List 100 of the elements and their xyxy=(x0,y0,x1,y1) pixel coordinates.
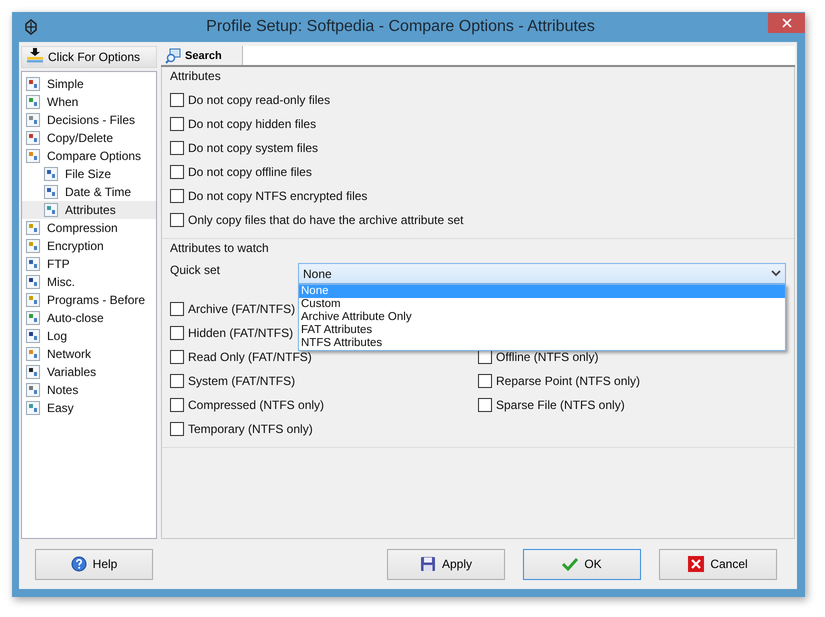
checkbox-label: Read Only (FAT/NTFS) xyxy=(188,350,312,364)
item-icon xyxy=(44,203,58,217)
checkbox-box[interactable] xyxy=(170,117,184,131)
dropdown-option[interactable]: Archive Attribute Only xyxy=(299,311,785,324)
checkbox-box[interactable] xyxy=(478,350,492,364)
checkbox[interactable]: Temporary (NTFS only) xyxy=(170,417,313,441)
checkbox[interactable]: Do not copy hidden files xyxy=(170,112,316,136)
cancel-button[interactable]: Cancel xyxy=(659,548,777,580)
checkbox-label: Reparse Point (NTFS only) xyxy=(496,374,640,388)
checkbox-label: Compressed (NTFS only) xyxy=(188,398,324,412)
item-icon xyxy=(44,167,58,181)
tree-item[interactable]: Network xyxy=(22,345,156,363)
ok-button[interactable]: OK xyxy=(523,548,641,580)
tree-item[interactable]: FTP xyxy=(22,255,156,273)
app-icon xyxy=(24,19,38,35)
item-icon xyxy=(26,131,40,145)
checkbox-box[interactable] xyxy=(170,350,184,364)
item-icon xyxy=(26,221,40,235)
checkbox[interactable]: Do not copy offline files xyxy=(170,160,312,184)
checkbox-box[interactable] xyxy=(170,302,184,316)
close-button[interactable] xyxy=(768,13,805,33)
tree-item[interactable]: Compare Options xyxy=(22,147,156,165)
tree-item[interactable]: Simple xyxy=(22,75,156,93)
checkbox-label: Offline (NTFS only) xyxy=(496,350,598,364)
tree-item[interactable]: File Size xyxy=(22,165,156,183)
checkbox-label: Do not copy system files xyxy=(188,141,318,155)
checkbox-label: Sparse File (NTFS only) xyxy=(496,398,625,412)
checkbox[interactable]: Sparse File (NTFS only) xyxy=(478,393,625,417)
item-icon xyxy=(26,239,40,253)
checkbox-box[interactable] xyxy=(478,374,492,388)
list-icon xyxy=(26,48,44,66)
checkbox-box[interactable] xyxy=(170,165,184,179)
search-icon xyxy=(165,48,181,64)
checkbox-label: Do not copy NTFS encrypted files xyxy=(188,189,368,203)
checkbox-box[interactable] xyxy=(170,374,184,388)
checkbox-box[interactable] xyxy=(170,398,184,412)
tree-item[interactable]: When xyxy=(22,93,156,111)
item-icon xyxy=(26,383,40,397)
checkbox-label: Temporary (NTFS only) xyxy=(188,422,313,436)
dropdown-option[interactable]: FAT Attributes xyxy=(299,324,785,337)
search-tab[interactable]: Search xyxy=(161,46,243,65)
checkbox-box[interactable] xyxy=(170,141,184,155)
checkbox[interactable]: Archive (FAT/NTFS) xyxy=(170,297,296,321)
tree-item[interactable]: Notes xyxy=(22,381,156,399)
checkbox-box[interactable] xyxy=(170,213,184,227)
item-icon xyxy=(26,293,40,307)
checkbox[interactable]: Compressed (NTFS only) xyxy=(170,393,324,417)
cancel-icon xyxy=(688,556,704,572)
tree-item[interactable]: Attributes xyxy=(22,201,156,219)
checkbox-label: Only copy files that do have the archive attribute set xyxy=(188,213,464,227)
window-title: Profile Setup: Softpedia - Compare Options - Attributes xyxy=(205,18,596,36)
checkbox[interactable]: Only copy files that do have the archive attribute set xyxy=(170,208,464,232)
help-button[interactable]: Help xyxy=(35,548,153,580)
item-icon xyxy=(26,365,40,379)
group-title: Attributes to watch xyxy=(170,241,270,257)
checkbox-label: Do not copy offline files xyxy=(188,165,312,179)
checkmark-icon xyxy=(562,557,578,571)
tree-item[interactable]: Log xyxy=(22,327,156,345)
checkbox[interactable]: Do not copy read-only files xyxy=(170,88,330,112)
question-icon xyxy=(70,556,87,572)
checkbox-box[interactable] xyxy=(170,422,184,436)
checkbox-box[interactable] xyxy=(170,326,184,340)
options-menu-button[interactable]: Click For Options xyxy=(21,46,157,68)
item-icon xyxy=(26,77,40,91)
item-icon xyxy=(26,257,40,271)
item-icon xyxy=(26,347,40,361)
checkbox[interactable]: Reparse Point (NTFS only) xyxy=(478,369,640,393)
checkbox[interactable]: System (FAT/NTFS) xyxy=(170,369,296,393)
tree-item[interactable]: Date & Time xyxy=(22,183,156,201)
item-icon xyxy=(26,275,40,289)
checkbox[interactable]: Do not copy NTFS encrypted files xyxy=(170,184,368,208)
chevron-down-icon xyxy=(771,270,781,277)
checkbox-label: Archive (FAT/NTFS) xyxy=(188,302,296,316)
quick-set-dropdown[interactable]: None xyxy=(298,263,786,284)
item-icon xyxy=(26,311,40,325)
checkbox[interactable]: Hidden (FAT/NTFS) xyxy=(170,321,294,345)
checkbox[interactable]: Do not copy system files xyxy=(170,136,318,160)
tree-item[interactable]: Programs - Before xyxy=(22,291,156,309)
checkbox-label: Do not copy hidden files xyxy=(188,117,316,131)
tree-item[interactable]: Decisions - Files xyxy=(22,111,156,129)
item-icon xyxy=(26,329,40,343)
tree-item[interactable]: Copy/Delete xyxy=(22,129,156,147)
checkbox-box[interactable] xyxy=(170,93,184,107)
field-label: Quick set xyxy=(170,263,222,277)
apply-button[interactable]: Apply xyxy=(387,548,505,580)
item-icon xyxy=(26,149,40,163)
tree-item[interactable]: Easy xyxy=(22,399,156,417)
tree-item[interactable]: Encryption xyxy=(22,237,156,255)
close-icon xyxy=(782,18,792,28)
item-icon xyxy=(26,113,40,127)
tree-item[interactable]: Auto-close xyxy=(22,309,156,327)
item-icon xyxy=(26,401,40,415)
tree-item[interactable]: Misc. xyxy=(22,273,156,291)
tree-item[interactable]: Compression xyxy=(22,219,156,237)
checkbox-box[interactable] xyxy=(170,189,184,203)
item-icon xyxy=(44,185,58,199)
checkbox-box[interactable] xyxy=(478,398,492,412)
checkbox-label: Do not copy read-only files xyxy=(188,93,330,107)
tree-item[interactable]: Variables xyxy=(22,363,156,381)
dropdown-option[interactable]: Custom xyxy=(299,298,785,311)
